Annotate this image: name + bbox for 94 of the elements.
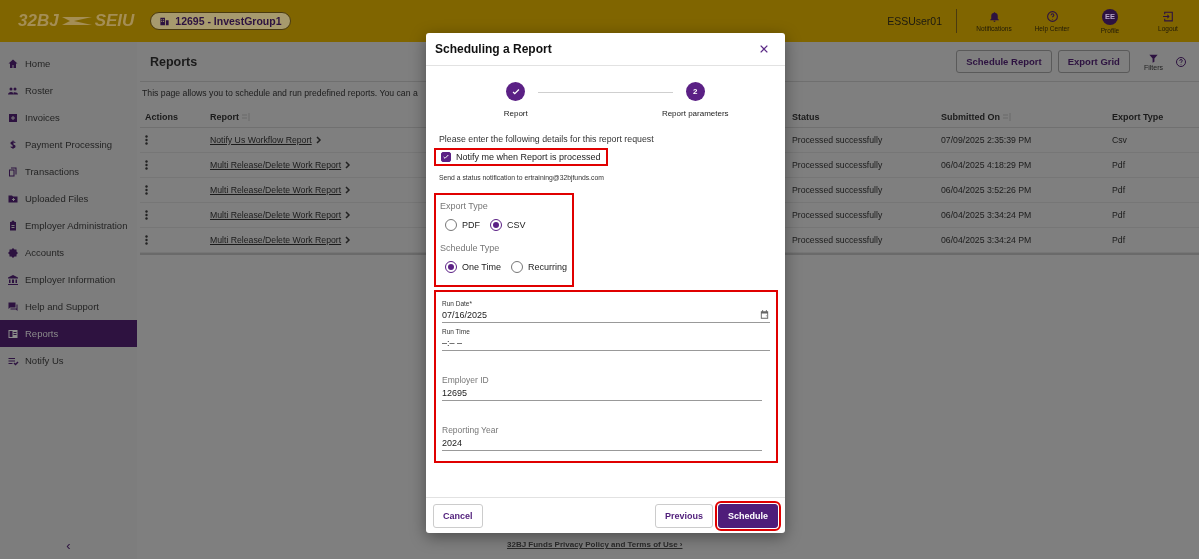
page-title: Reports — [150, 54, 198, 69]
dialog-button[interactable]: Previous — [654, 503, 713, 528]
report-link[interactable]: Multi Release/Delete Work Report — [210, 185, 342, 195]
sidebar-item[interactable]: Reports — [0, 320, 137, 347]
sidebar-item[interactable]: Accounts — [0, 239, 137, 266]
table-cell: Pdf — [1112, 185, 1126, 195]
step-label: Report — [503, 109, 528, 118]
privacy-policy-link[interactable]: 32BJ Funds Privacy Policy and Terms of Use › — [507, 540, 683, 549]
chevron-right-icon — [345, 161, 352, 169]
time-field[interactable]: –:– – — [442, 335, 770, 350]
sidebar-item[interactable]: Help and Support — [0, 293, 137, 320]
date-field[interactable]: 07/16/2025 — [442, 307, 759, 322]
chevron-right-icon — [315, 136, 322, 144]
building-icon — [159, 15, 171, 27]
input-field[interactable]: 2024 — [442, 435, 762, 450]
radio-label: Recurring — [528, 262, 568, 272]
dialog-button[interactable]: Schedule — [718, 503, 778, 528]
group-label: Export Type — [440, 201, 489, 211]
table-cell: 06/04/2025 3:52:26 PM — [941, 185, 1032, 195]
sidebar-item[interactable]: Home — [0, 50, 137, 77]
sidebar-item[interactable]: Payment Processing — [0, 131, 137, 158]
input-field[interactable]: 12695 — [442, 385, 762, 400]
table-cell: Processed successfully — [792, 210, 883, 220]
sidebar-item[interactable]: Roster — [0, 77, 137, 104]
toolbar-button[interactable]: Export Grid — [1057, 50, 1130, 73]
table-cell: Processed successfully — [792, 235, 883, 245]
group-label: Schedule Type — [440, 243, 501, 253]
sidebar-item[interactable]: Employer Administration — [0, 212, 137, 239]
more-options-icon[interactable] — [145, 210, 148, 220]
organization-chip[interactable]: 12695 - InvestGroup1 — [150, 12, 291, 30]
dialog-title: Scheduling a Report — [435, 42, 552, 56]
table-cell: Processed successfully — [792, 185, 883, 195]
page-description: This page allows you to schedule and run predefined reports. You can a — [142, 88, 418, 98]
badge-icon — [7, 246, 19, 259]
sidebar-item[interactable]: Notify Us — [0, 347, 137, 374]
help-icon — [1045, 10, 1059, 23]
sidebar-item[interactable]: Transactions — [0, 158, 137, 185]
table-cell: 06/04/2025 3:34:24 PM — [941, 210, 1032, 220]
bank-icon — [7, 273, 19, 286]
table-cell: Processed successfully — [792, 160, 883, 170]
radio-label: CSV — [507, 220, 526, 230]
more-options-icon[interactable] — [145, 235, 148, 245]
report-link[interactable]: Multi Release/Delete Work Report — [210, 235, 342, 245]
calendar-icon[interactable] — [759, 309, 770, 320]
column-header: Actions — [145, 111, 178, 122]
more-options-icon[interactable] — [145, 135, 148, 145]
plus-icon — [7, 111, 19, 124]
bell-icon — [987, 10, 1001, 23]
field-label: Employer ID — [442, 375, 490, 385]
step-label: Report parameters — [661, 109, 729, 118]
checkbox[interactable] — [441, 152, 451, 162]
sidebar-item[interactable]: Uploaded Files — [0, 185, 137, 212]
more-options-icon[interactable] — [145, 160, 148, 170]
copy-icon — [7, 165, 19, 178]
instruction-text: Please enter the following details for this report request — [439, 134, 655, 144]
table-cell: 06/04/2025 4:18:29 PM — [941, 160, 1032, 170]
logo: 32BJ SEIU — [18, 11, 135, 31]
dialog-button[interactable]: Cancel — [433, 503, 483, 528]
column-header: Report — [210, 111, 239, 122]
table-cell: Pdf — [1112, 210, 1126, 220]
column-header: Submitted On — [941, 111, 1000, 122]
table-cell: Pdf — [1112, 235, 1126, 245]
home-icon — [7, 57, 19, 70]
sidebar-item[interactable]: Employer Information — [0, 266, 137, 293]
chat-icon — [7, 300, 19, 313]
filter-icon — [1147, 52, 1159, 64]
checkbox-label: Notify me when Report is processed — [456, 152, 601, 162]
toolbar-button[interactable]: Schedule Report — [956, 50, 1052, 73]
more-options-icon[interactable] — [145, 185, 148, 195]
report-icon — [7, 327, 19, 340]
column-header: Export Type — [1112, 111, 1164, 122]
step-indicator: 2 — [685, 82, 705, 101]
table-cell: 06/04/2025 3:34:24 PM — [941, 235, 1032, 245]
chevron-right-icon — [345, 236, 352, 244]
field-label: Reporting Year — [442, 425, 500, 435]
report-link[interactable]: Notify Us Workflow Report — [210, 135, 312, 145]
table-cell: Pdf — [1112, 160, 1126, 170]
user-name: ESSUser01 — [887, 9, 957, 33]
clipboard-icon — [7, 219, 19, 232]
report-link[interactable]: Multi Release/Delete Work Report — [210, 160, 342, 170]
logout-icon — [1161, 10, 1175, 23]
table-cell: 07/09/2025 2:35:39 PM — [941, 135, 1032, 145]
table-cell: Processed successfully — [792, 135, 883, 145]
table-cell: Csv — [1112, 135, 1127, 145]
radio-label: PDF — [462, 220, 480, 230]
radio-label: One Time — [462, 262, 501, 272]
collapse-button[interactable]: ‹ — [52, 532, 85, 559]
sidebar-item[interactable]: Invoices — [0, 104, 137, 131]
help-icon[interactable] — [1175, 55, 1187, 68]
close-icon — [759, 44, 769, 54]
report-link[interactable]: Multi Release/Delete Work Report — [210, 210, 342, 220]
chevron-right-icon — [345, 186, 352, 194]
column-header: Status — [792, 111, 820, 122]
chevron-right-icon — [345, 211, 352, 219]
